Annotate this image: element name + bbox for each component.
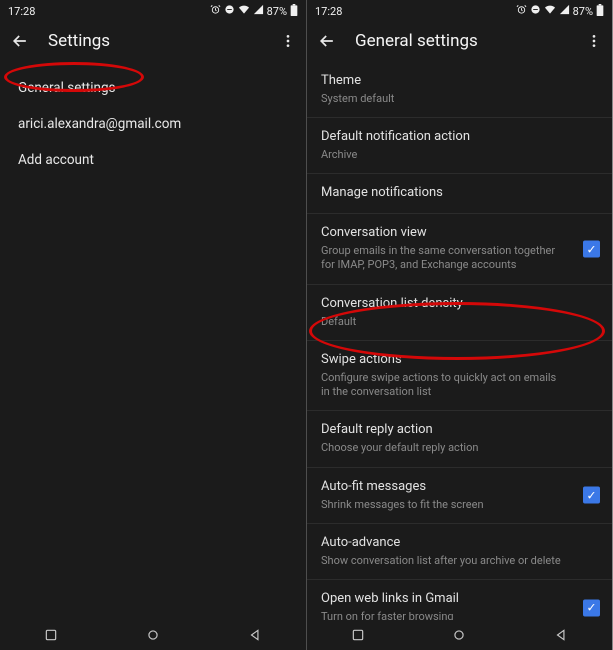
item-conversation-view[interactable]: Conversation view Group emails in the sa…: [307, 214, 612, 283]
item-auto-fit-messages[interactable]: Auto-fit messages Shrink messages to fit…: [307, 468, 612, 523]
item-subtitle: Turn on for faster browsing: [321, 610, 598, 620]
nav-back-icon[interactable]: [247, 627, 263, 643]
item-title: Manage notifications: [321, 185, 598, 202]
clock: 17:28: [8, 5, 35, 18]
app-bar: General settings: [307, 20, 612, 62]
item-account[interactable]: arici.alexandra@gmail.com: [0, 106, 306, 142]
checkbox-checked[interactable]: [583, 599, 600, 616]
item-title: Default notification action: [321, 129, 598, 146]
status-bar: 17:28 87%: [307, 0, 612, 20]
item-label: Add account: [18, 152, 94, 168]
item-theme[interactable]: Theme System default: [307, 62, 612, 117]
wifi-icon: [238, 4, 250, 18]
back-icon[interactable]: [10, 31, 30, 51]
checkbox-checked[interactable]: [583, 241, 600, 258]
item-swipe-actions[interactable]: Swipe actions Configure swipe actions to…: [307, 341, 612, 410]
page-title: Settings: [48, 31, 262, 51]
signal-icon: [559, 4, 570, 18]
item-title: Conversation view: [321, 225, 598, 242]
clock: 17:28: [315, 5, 342, 18]
item-subtitle: Shrink messages to fit the screen: [321, 498, 598, 512]
item-subtitle: Archive: [321, 148, 598, 162]
screen-settings: 17:28 87% Settings: [0, 0, 306, 650]
settings-list: Theme System default Default notificatio…: [307, 62, 612, 620]
status-icons: 87%: [210, 4, 298, 19]
status-bar: 17:28 87%: [0, 0, 306, 20]
checkbox-checked[interactable]: [583, 487, 600, 504]
battery-percent: 87%: [573, 5, 593, 18]
alarm-icon: [516, 4, 527, 18]
screen-general-settings: 17:28 87% General settings Theme System …: [306, 0, 612, 650]
item-subtitle: System default: [321, 92, 598, 106]
item-open-web-links[interactable]: Open web links in Gmail Turn on for fast…: [307, 580, 612, 620]
item-title: Open web links in Gmail: [321, 591, 598, 608]
battery-icon: [290, 4, 298, 19]
item-add-account[interactable]: Add account: [0, 142, 306, 178]
status-icons: 87%: [516, 4, 604, 19]
overflow-menu-icon[interactable]: [280, 33, 296, 49]
nav-recent-icon[interactable]: [43, 627, 59, 643]
nav-home-icon[interactable]: [145, 627, 161, 643]
page-title: General settings: [355, 31, 568, 51]
dnd-icon: [224, 4, 235, 18]
nav-home-icon[interactable]: [451, 627, 467, 643]
wifi-icon: [544, 4, 556, 18]
item-default-notification-action[interactable]: Default notification action Archive: [307, 118, 612, 173]
item-subtitle: Configure swipe actions to quickly act o…: [321, 371, 598, 400]
dnd-icon: [530, 4, 541, 18]
item-auto-advance[interactable]: Auto-advance Show conversation list afte…: [307, 524, 612, 579]
item-title: Auto-fit messages: [321, 479, 598, 496]
item-default-reply-action[interactable]: Default reply action Choose your default…: [307, 411, 612, 466]
settings-list: General settings arici.alexandra@gmail.c…: [0, 62, 306, 620]
item-title: Auto-advance: [321, 535, 598, 552]
battery-percent: 87%: [267, 5, 287, 18]
nav-back-icon[interactable]: [553, 627, 569, 643]
signal-icon: [253, 4, 264, 18]
battery-icon: [596, 4, 604, 19]
item-subtitle: Group emails in the same conversation to…: [321, 244, 598, 273]
item-manage-notifications[interactable]: Manage notifications: [307, 174, 612, 213]
back-icon[interactable]: [317, 31, 337, 51]
item-general-settings[interactable]: General settings: [0, 70, 306, 106]
item-title: Swipe actions: [321, 352, 598, 369]
nav-recent-icon[interactable]: [350, 627, 366, 643]
overflow-menu-icon[interactable]: [586, 33, 602, 49]
alarm-icon: [210, 4, 221, 18]
item-title: Default reply action: [321, 422, 598, 439]
item-label: arici.alexandra@gmail.com: [18, 116, 181, 132]
item-subtitle: Show conversation list after you archive…: [321, 554, 598, 568]
item-conversation-list-density[interactable]: Conversation list density Default: [307, 285, 612, 340]
item-title: Theme: [321, 73, 598, 90]
navigation-bar: [0, 620, 306, 650]
item-subtitle: Default: [321, 315, 598, 329]
item-subtitle: Choose your default reply action: [321, 441, 598, 455]
app-bar: Settings: [0, 20, 306, 62]
navigation-bar: [307, 620, 612, 650]
item-label: General settings: [18, 80, 116, 96]
item-title: Conversation list density: [321, 296, 598, 313]
